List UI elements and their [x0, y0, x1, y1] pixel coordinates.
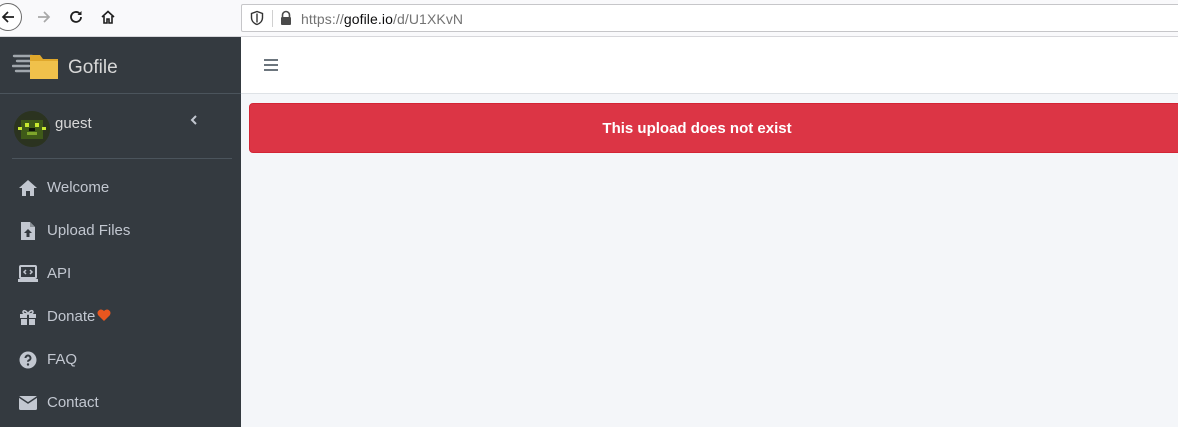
sidebar-item-api[interactable]: API [0, 252, 241, 295]
sidebar-item-label: Welcome [47, 179, 110, 196]
sidebar: Gofile guest Welcome Upload Files API Do… [0, 37, 241, 427]
folder-logo-icon [12, 54, 58, 79]
sidebar-item-upload-files[interactable]: Upload Files [0, 209, 241, 252]
url-text[interactable]: https://gofile.io/d/U1XKvN [301, 11, 463, 27]
home-icon [101, 10, 115, 24]
url-path: /d/U1XKvN [392, 11, 464, 27]
home-button[interactable] [94, 3, 122, 31]
file-upload-icon [18, 221, 38, 241]
address-separator [272, 10, 273, 27]
question-circle-icon [18, 350, 38, 370]
user-panel: guest [0, 94, 241, 158]
chevron-left-icon[interactable] [188, 114, 200, 126]
sidebar-item-welcome[interactable]: Welcome [0, 166, 241, 209]
arrow-left-icon [1, 11, 14, 23]
reload-button[interactable] [62, 3, 90, 31]
envelope-icon [18, 393, 38, 413]
address-bar[interactable]: https://gofile.io/d/U1XKvN [241, 4, 1178, 32]
sidebar-item-label: Contact [47, 394, 99, 411]
avatar[interactable] [14, 111, 50, 147]
sidebar-item-label-wrap: Donate [47, 308, 111, 325]
arrow-right-icon [38, 11, 51, 23]
error-alert: This upload does not exist [249, 103, 1178, 153]
sidebar-item-label: Donate [47, 308, 96, 325]
browser-toolbar: https://gofile.io/d/U1XKvN [0, 0, 1178, 37]
reload-icon [70, 11, 82, 23]
error-message: This upload does not exist [602, 119, 792, 137]
sidebar-menu: Welcome Upload Files API Donate FAQ Cont… [0, 166, 241, 424]
avatar-image [14, 111, 50, 147]
url-host: gofile.io [343, 11, 393, 27]
brand-link[interactable]: Gofile [0, 37, 241, 94]
gift-icon [18, 307, 38, 327]
sidebar-item-faq[interactable]: FAQ [0, 338, 241, 381]
forward-button[interactable] [30, 3, 58, 31]
brand-name: Gofile [68, 57, 118, 78]
user-divider [12, 158, 232, 159]
sidebar-item-contact[interactable]: Contact [0, 381, 241, 424]
sidebar-item-label: FAQ [47, 351, 78, 368]
sidebar-item-label: Upload Files [47, 222, 131, 239]
laptop-code-icon [18, 264, 38, 284]
url-scheme: https:// [301, 11, 344, 27]
hamburger-menu-icon[interactable] [263, 57, 279, 73]
back-button[interactable] [0, 3, 22, 31]
home-icon [18, 178, 38, 198]
top-navbar [241, 37, 1178, 94]
lock-icon[interactable] [279, 10, 293, 26]
shield-icon[interactable] [249, 10, 265, 26]
heart-icon [97, 309, 111, 321]
sidebar-item-donate[interactable]: Donate [0, 295, 241, 338]
sidebar-item-label: API [47, 265, 72, 282]
user-name[interactable]: guest [55, 115, 92, 132]
